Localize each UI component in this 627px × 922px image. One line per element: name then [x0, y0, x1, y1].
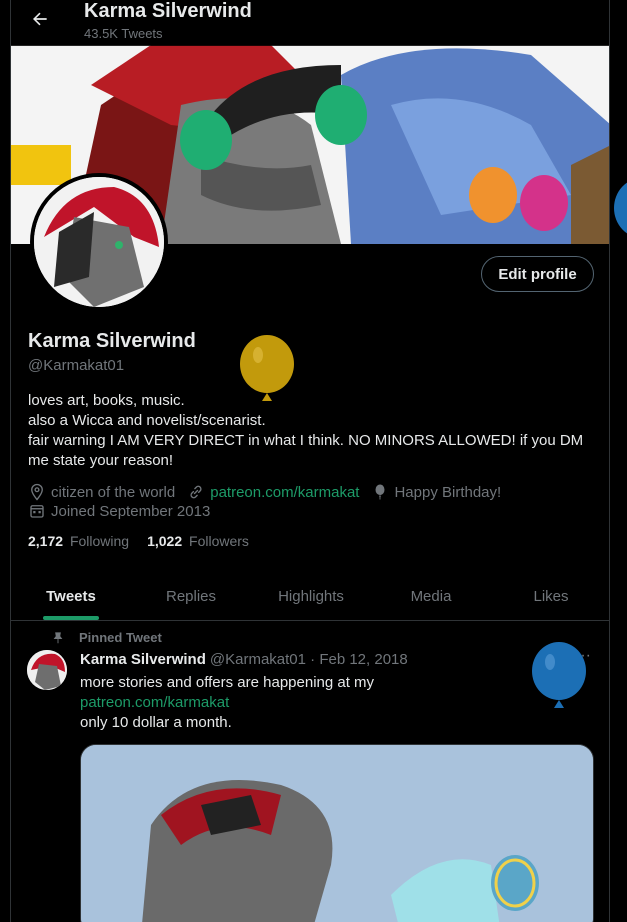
- follow-stats: 2,172 Following 1,022 Followers: [28, 533, 249, 549]
- joined-date: Joined September 2013: [28, 502, 210, 520]
- arrow-left-icon: [33, 12, 47, 26]
- calendar-icon: [30, 505, 44, 518]
- header-title: Karma Silverwind: [84, 0, 252, 22]
- tweet-meta: @Karmakat01 · Feb 12, 2018: [209, 651, 408, 668]
- balloon-icon: [614, 182, 627, 234]
- birthday: Happy Birthday!: [371, 483, 501, 501]
- tweet-author[interactable]: Karma Silverwind: [80, 651, 206, 668]
- bio-line: me state your reason!: [28, 452, 174, 469]
- pinned-text: Pinned Tweet: [79, 630, 162, 645]
- following-label: Following: [69, 533, 130, 549]
- avatar-artwork: [34, 177, 164, 307]
- bio-line: fair warning I AM VERY DIRECT in what I …: [28, 432, 584, 449]
- followers-label: Followers: [189, 533, 249, 549]
- joined-text: Joined September 2013: [51, 502, 211, 520]
- profile-tabs: Tweets Replies Highlights Media Likes: [11, 572, 609, 621]
- tweet-line: only 10 dollar a month.: [80, 714, 232, 731]
- following-link[interactable]: 2,172 Following: [28, 533, 129, 549]
- pinned-label: Pinned Tweet: [51, 630, 162, 645]
- website[interactable]: patreon.com/karmakat: [187, 483, 359, 501]
- tweet-avatar-artwork: [27, 650, 67, 690]
- link-icon: [190, 485, 202, 499]
- top-bar: Karma Silverwind 43.5K Tweets: [11, 0, 609, 46]
- location: citizen of the world: [28, 483, 175, 501]
- bio-line: also a Wicca and novelist/scenarist.: [28, 412, 266, 429]
- tweet-count: 43.5K Tweets: [84, 26, 163, 41]
- following-count: 2,172: [28, 533, 64, 549]
- tweet-line: more stories and offers are happening at…: [80, 674, 375, 691]
- birthday-text: Happy Birthday!: [394, 483, 502, 501]
- followers-count: 1,022: [147, 533, 183, 549]
- edit-profile-button[interactable]: Edit profile: [481, 256, 594, 292]
- balloon-icon: [240, 335, 294, 401]
- balloon-icon: [375, 484, 385, 500]
- tweet-link[interactable]: patreon.com/karmakat: [80, 693, 580, 713]
- website-link[interactable]: patreon.com/karmakat: [210, 484, 359, 501]
- tab-highlights[interactable]: Highlights: [251, 572, 371, 620]
- back-button[interactable]: [25, 4, 55, 34]
- pin-icon: [53, 631, 63, 643]
- profile-name: Karma Silverwind: [28, 330, 196, 352]
- profile-avatar[interactable]: [30, 173, 168, 311]
- location-text: citizen of the world: [51, 483, 176, 501]
- bio-line: loves art, books, music.: [28, 392, 185, 409]
- tweet-text: more stories and offers are happening at…: [80, 673, 580, 733]
- tweet-avatar[interactable]: [27, 650, 67, 690]
- tweet-header: Karma Silverwind @Karmakat01 · Feb 12, 2…: [80, 651, 408, 668]
- profile-meta: citizen of the world patreon.com/karmaka…: [28, 483, 513, 501]
- tweet-media-artwork: [81, 745, 593, 922]
- location-pin-icon: [31, 483, 43, 501]
- tab-tweets[interactable]: Tweets: [11, 572, 131, 620]
- followers-link[interactable]: 1,022 Followers: [147, 533, 249, 549]
- tab-likes[interactable]: Likes: [491, 572, 609, 620]
- tweet-media-image[interactable]: [80, 744, 594, 922]
- profile-bio: loves art, books, music. also a Wicca an…: [28, 391, 598, 471]
- profile-column: Karma Silverwind 43.5K Tweets Edit profi…: [10, 0, 610, 922]
- tab-replies[interactable]: Replies: [131, 572, 251, 620]
- balloon-icon: [532, 642, 586, 708]
- tab-media[interactable]: Media: [371, 572, 491, 620]
- profile-handle: @Karmakat01: [28, 357, 125, 374]
